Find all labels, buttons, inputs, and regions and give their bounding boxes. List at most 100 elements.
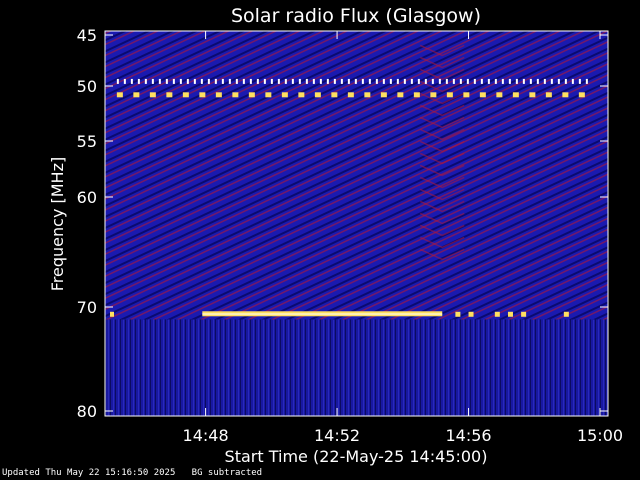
feature-mark-49mhz — [389, 78, 392, 84]
feature-mark-50mhz — [529, 92, 536, 98]
feature-mark-49mhz — [158, 78, 161, 84]
feature-mark-70mhz — [507, 311, 513, 317]
feature-mark-49mhz — [557, 78, 560, 84]
spectrogram-upper-band — [105, 31, 608, 320]
feature-mark-49mhz — [354, 78, 357, 84]
update-footer: Updated Thu May 22 15:16:50 2025 BG subt… — [2, 468, 263, 478]
feature-mark-50mhz — [314, 92, 321, 98]
x-tick-label: 14:56 — [445, 426, 491, 445]
feature-mark-49mhz — [263, 78, 266, 84]
feature-mark-70mhz — [468, 311, 474, 317]
feature-mark-50mhz — [232, 92, 239, 98]
feature-mark-49mhz — [368, 78, 371, 84]
feature-mark-49mhz — [382, 78, 385, 84]
feature-mark-50mhz — [331, 92, 338, 98]
feature-mark-50mhz — [215, 92, 222, 98]
feature-mark-50mhz — [413, 92, 420, 98]
x-tick-label: 15:00 — [577, 426, 623, 445]
feature-mark-49mhz — [396, 78, 399, 84]
feature-mark-49mhz — [459, 78, 462, 84]
feature-mark-50mhz — [199, 92, 206, 98]
x-tick-label: 14:48 — [183, 426, 229, 445]
y-tick-label: 70 — [77, 298, 97, 317]
feature-mark-49mhz — [179, 78, 182, 84]
feature-mark-49mhz — [214, 78, 217, 84]
chart-title: Solar radio Flux (Glasgow) — [231, 5, 481, 27]
feature-mark-49mhz — [361, 78, 364, 84]
feature-mark-49mhz — [550, 78, 553, 84]
feature-mark-70mhz — [521, 311, 527, 317]
feature-mark-49mhz — [298, 78, 301, 84]
y-tick-label: 50 — [77, 77, 97, 96]
feature-mark-49mhz — [186, 78, 189, 84]
feature-mark-50mhz — [446, 92, 453, 98]
feature-mark-49mhz — [207, 78, 210, 84]
feature-mark-49mhz — [256, 78, 259, 84]
feature-mark-49mhz — [494, 78, 497, 84]
feature-mark-70mhz — [494, 311, 500, 317]
feature-mark-49mhz — [340, 78, 343, 84]
y-tick-label: 55 — [77, 132, 97, 151]
spectrogram-area — [105, 31, 608, 416]
feature-band-70mhz-core — [202, 313, 443, 315]
feature-mark-49mhz — [417, 78, 420, 84]
feature-mark-49mhz — [438, 78, 441, 84]
feature-mark-50mhz — [463, 92, 470, 98]
feature-mark-50mhz — [149, 92, 156, 98]
feature-mark-50mhz — [281, 92, 288, 98]
feature-mark-49mhz — [515, 78, 518, 84]
feature-mark-49mhz — [480, 78, 483, 84]
feature-mark-49mhz — [410, 78, 413, 84]
y-tick-label: 45 — [77, 26, 97, 45]
feature-mark-50mhz — [364, 92, 371, 98]
feature-mark-49mhz — [123, 78, 126, 84]
feature-mark-49mhz — [543, 78, 546, 84]
feature-mark-49mhz — [284, 78, 287, 84]
feature-mark-50mhz — [265, 92, 272, 98]
feature-mark-49mhz — [312, 78, 315, 84]
feature-mark-49mhz — [347, 78, 350, 84]
spectrogram-lower-band — [105, 319, 608, 416]
feature-mark-49mhz — [466, 78, 469, 84]
feature-mark-49mhz — [445, 78, 448, 84]
y-tick-label: 80 — [77, 402, 97, 421]
feature-mark-49mhz — [452, 78, 455, 84]
feature-mark-49mhz — [137, 78, 140, 84]
feature-mark-50mhz — [479, 92, 486, 98]
feature-mark-50mhz — [347, 92, 354, 98]
feature-mark-70mhz — [110, 311, 114, 317]
y-axis-label: Frequency [MHz] — [48, 157, 67, 291]
feature-mark-49mhz — [242, 78, 245, 84]
feature-mark-49mhz — [319, 78, 322, 84]
x-tick-label: 14:52 — [314, 426, 360, 445]
feature-mark-50mhz — [166, 92, 173, 98]
feature-mark-49mhz — [277, 78, 280, 84]
feature-mark-70mhz — [455, 311, 461, 317]
feature-mark-50mhz — [578, 92, 585, 98]
feature-mark-49mhz — [305, 78, 308, 84]
feature-mark-49mhz — [403, 78, 406, 84]
feature-mark-49mhz — [221, 78, 224, 84]
feature-mark-49mhz — [165, 78, 168, 84]
feature-mark-49mhz — [375, 78, 378, 84]
feature-mark-49mhz — [522, 78, 525, 84]
feature-mark-49mhz — [270, 78, 273, 84]
feature-mark-49mhz — [249, 78, 252, 84]
feature-mark-49mhz — [487, 78, 490, 84]
feature-mark-49mhz — [144, 78, 147, 84]
feature-mark-49mhz — [130, 78, 133, 84]
feature-mark-49mhz — [333, 78, 336, 84]
feature-mark-50mhz — [248, 92, 255, 98]
feature-mark-49mhz — [151, 78, 154, 84]
feature-mark-49mhz — [326, 78, 329, 84]
feature-mark-49mhz — [431, 78, 434, 84]
feature-mark-49mhz — [536, 78, 539, 84]
feature-mark-70mhz — [563, 311, 569, 317]
y-tick-label: 60 — [77, 188, 97, 207]
feature-mark-49mhz — [473, 78, 476, 84]
feature-mark-49mhz — [508, 78, 511, 84]
feature-mark-50mhz — [545, 92, 552, 98]
feature-mark-50mhz — [182, 92, 189, 98]
feature-mark-50mhz — [380, 92, 387, 98]
feature-mark-49mhz — [578, 78, 581, 84]
